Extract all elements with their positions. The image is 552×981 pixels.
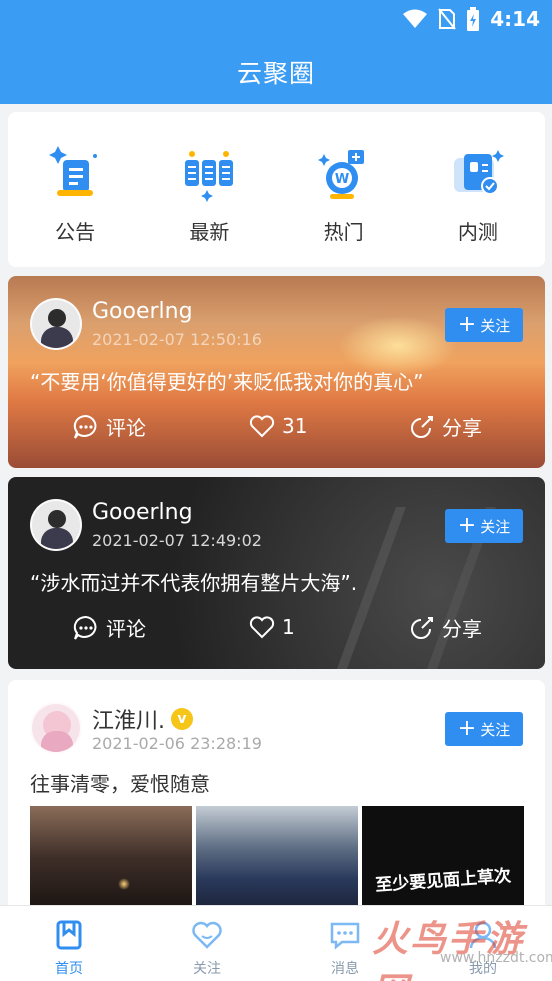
tab-label: 关注 [193, 961, 221, 977]
tab-label: 首页 [55, 961, 83, 977]
comment-label: 评论 [106, 416, 146, 440]
status-bar: 4:14 [402, 6, 540, 32]
app-header: 4:14 云聚圈 [0, 0, 552, 104]
post-content[interactable]: “涉水而过并不代表你拥有整片大海”. [30, 567, 357, 596]
battery-icon [467, 7, 480, 31]
post-username[interactable]: 江淮川. v [92, 703, 193, 735]
photo-text: 至少要见面上草次 [374, 865, 512, 896]
share-button[interactable]: 分享 [408, 613, 482, 642]
like-count: 31 [282, 414, 308, 438]
watermark-logo: 火鸟手游网 [372, 919, 525, 981]
like-button[interactable]: 31 [248, 412, 307, 440]
tab-follow[interactable]: 关注 [138, 906, 276, 981]
hot-medal-icon: W [317, 150, 364, 199]
share-icon [411, 616, 433, 639]
heart-icon [192, 921, 222, 949]
document-icon [49, 146, 98, 196]
share-icon [411, 415, 433, 438]
plus-icon: + [457, 312, 477, 337]
post-time: 2021-02-07 12:50:16 [92, 330, 262, 349]
post-content[interactable]: “不要用‘你值得更好的’来贬低我对你的真心” [30, 366, 423, 395]
category-hot[interactable]: W 热门 [277, 112, 411, 267]
plus-icon: + [457, 716, 477, 741]
category-panel: 公告 最新 W 热门 内测 [8, 112, 545, 267]
share-label: 分享 [442, 416, 482, 440]
post-card[interactable]: Gooerlng 2021-02-07 12:49:02 + 关注 “涉水而过并不… [8, 477, 545, 669]
category-label: 内测 [457, 220, 498, 244]
no-sim-icon [438, 8, 457, 30]
username-text: 江淮川. [92, 709, 165, 734]
post-card[interactable]: 江淮川. v 2021-02-06 23:28:19 + 关注 往事清零，爱恨随意… [8, 680, 545, 910]
verified-icon: v [171, 708, 193, 730]
home-icon [56, 920, 82, 950]
follow-button[interactable]: + 关注 [445, 308, 523, 342]
like-count: 1 [282, 615, 295, 639]
svg-text:W: W [334, 172, 348, 187]
message-icon [330, 922, 360, 950]
post-username[interactable]: Gooerlng [92, 500, 193, 525]
page-title: 云聚圈 [236, 59, 315, 88]
post-actions: 评论 31 分享 [8, 412, 545, 448]
category-label: 公告 [55, 220, 96, 244]
tab-home[interactable]: 首页 [0, 906, 138, 981]
comment-label: 评论 [106, 617, 146, 641]
category-latest[interactable]: 最新 [142, 112, 276, 267]
share-label: 分享 [442, 617, 482, 641]
category-announcement[interactable]: 公告 [8, 112, 142, 267]
post-card[interactable]: Gooerlng 2021-02-07 12:50:16 + 关注 “不要用‘你值… [8, 276, 545, 468]
category-label: 热门 [323, 220, 364, 244]
post-photo[interactable] [30, 806, 192, 910]
post-photos: 至少要见面上草次 [30, 806, 524, 910]
comment-icon [73, 615, 97, 640]
category-beta[interactable]: 内测 [411, 112, 545, 267]
category-label: 最新 [189, 220, 230, 244]
grid-cards-icon [185, 151, 234, 202]
watermark-url: www.hnzzdt.com [440, 950, 552, 966]
heart-icon [249, 616, 275, 639]
follow-button[interactable]: + 关注 [445, 509, 523, 543]
post-content[interactable]: 往事清零，爱恨随意 [30, 768, 210, 797]
avatar[interactable] [30, 499, 82, 551]
avatar[interactable] [30, 298, 82, 350]
clock: 4:14 [490, 7, 540, 31]
post-time: 2021-02-07 12:49:02 [92, 531, 262, 550]
comment-icon [73, 414, 97, 439]
plus-icon: + [457, 513, 477, 538]
like-button[interactable]: 1 [248, 613, 295, 641]
follow-button[interactable]: + 关注 [445, 712, 523, 746]
share-button[interactable]: 分享 [408, 412, 482, 441]
beta-clipboard-icon [453, 150, 504, 195]
wifi-icon [403, 9, 428, 28]
heart-icon [249, 415, 275, 438]
post-username[interactable]: Gooerlng [92, 299, 193, 324]
tab-label: 消息 [331, 961, 359, 977]
post-photo[interactable]: 至少要见面上草次 [362, 806, 524, 910]
post-actions: 评论 1 分享 [8, 613, 545, 649]
comment-button[interactable]: 评论 [72, 412, 146, 441]
post-photo[interactable] [196, 806, 358, 910]
avatar[interactable] [30, 702, 82, 754]
post-time: 2021-02-06 23:28:19 [92, 734, 262, 753]
comment-button[interactable]: 评论 [72, 613, 146, 642]
